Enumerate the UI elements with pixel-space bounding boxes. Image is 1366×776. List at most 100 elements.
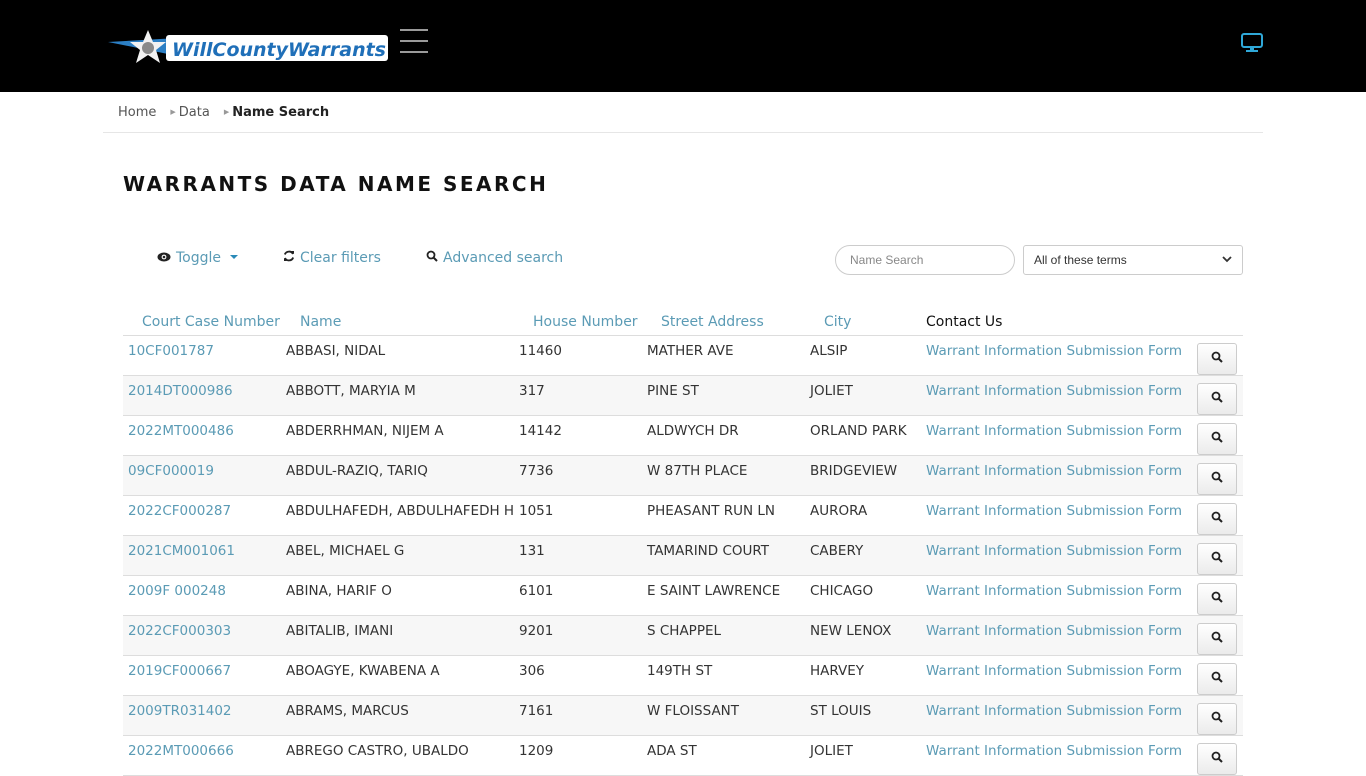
cell-actions <box>1197 735 1243 776</box>
column-header-contact-us: Contact Us <box>926 306 1197 336</box>
table-header-row: Court Case Number Name House Number Stre… <box>123 306 1243 336</box>
site-logo[interactable]: WillCountyWarrants <box>108 28 390 68</box>
cell-contact-link[interactable]: Warrant Information Submission Form <box>926 695 1197 736</box>
cell-city: HARVEY <box>810 655 926 696</box>
cell-contact-link[interactable]: Warrant Information Submission Form <box>926 415 1197 456</box>
warrant-submission-form-link[interactable]: Warrant Information Submission Form <box>926 543 1182 559</box>
view-details-button[interactable] <box>1197 502 1237 535</box>
cell-court-case-number[interactable]: 2009F 000248 <box>123 575 286 616</box>
cell-city: JOLIET <box>810 375 926 416</box>
cell-name: ABRAMS, MARCUS <box>286 695 519 736</box>
cell-court-case-number[interactable]: 2019CF000667 <box>123 655 286 696</box>
search-icon <box>1211 431 1223 447</box>
column-header-name[interactable]: Name <box>286 306 519 336</box>
cell-court-case-number[interactable]: 2014DT000986 <box>123 375 286 416</box>
court-case-link[interactable]: 2022CF000287 <box>128 503 231 519</box>
court-case-link[interactable]: 2022CF000303 <box>128 623 231 639</box>
warrant-submission-form-link[interactable]: Warrant Information Submission Form <box>926 503 1182 519</box>
cell-name: ABBOTT, MARYIA M <box>286 375 519 416</box>
advanced-search-button[interactable]: Advanced search <box>426 250 563 266</box>
view-details-button[interactable] <box>1197 462 1237 495</box>
cell-court-case-number[interactable]: 2022MT000486 <box>123 415 286 456</box>
cell-court-case-number[interactable]: 2022CF000287 <box>123 495 286 536</box>
court-case-link[interactable]: 2019CF000667 <box>128 663 231 679</box>
sort-court-case-number[interactable]: Court Case Number <box>142 314 280 330</box>
cell-contact-link[interactable]: Warrant Information Submission Form <box>926 655 1197 696</box>
column-header-house-number[interactable]: House Number <box>519 306 647 336</box>
warrant-submission-form-link[interactable]: Warrant Information Submission Form <box>926 703 1182 719</box>
sort-name[interactable]: Name <box>300 314 341 330</box>
warrant-submission-form-link[interactable]: Warrant Information Submission Form <box>926 463 1182 479</box>
column-header-street-address[interactable]: Street Address <box>647 306 810 336</box>
court-case-link[interactable]: 2009TR031402 <box>128 703 232 719</box>
warrant-submission-form-link[interactable]: Warrant Information Submission Form <box>926 383 1182 399</box>
column-header-court-case-number[interactable]: Court Case Number <box>123 306 286 336</box>
cell-contact-link[interactable]: Warrant Information Submission Form <box>926 335 1197 376</box>
cell-contact-link[interactable]: Warrant Information Submission Form <box>926 375 1197 416</box>
court-case-link[interactable]: 2021CM001061 <box>128 543 235 559</box>
view-details-button[interactable] <box>1197 382 1237 415</box>
match-terms-select[interactable]: All of these terms <box>1023 245 1243 275</box>
cell-house-number: 306 <box>519 655 647 696</box>
cell-city: CHICAGO <box>810 575 926 616</box>
cell-house-number: 9201 <box>519 615 647 656</box>
cell-contact-link[interactable]: Warrant Information Submission Form <box>926 455 1197 496</box>
sort-house-number[interactable]: House Number <box>533 314 638 330</box>
cell-contact-link[interactable]: Warrant Information Submission Form <box>926 535 1197 576</box>
view-details-button[interactable] <box>1197 422 1237 455</box>
court-case-link[interactable]: 2022MT000666 <box>128 743 234 759</box>
court-case-link[interactable]: 2014DT000986 <box>128 383 233 399</box>
toggle-columns-button[interactable]: Toggle <box>157 250 239 266</box>
warrant-submission-form-link[interactable]: Warrant Information Submission Form <box>926 743 1182 759</box>
breadcrumb-home[interactable]: Home <box>118 105 156 120</box>
cell-house-number: 1209 <box>519 735 647 776</box>
cell-court-case-number[interactable]: 2021CM001061 <box>123 535 286 576</box>
hamburger-bar <box>400 29 428 31</box>
cell-contact-link[interactable]: Warrant Information Submission Form <box>926 735 1197 776</box>
view-details-button[interactable] <box>1197 542 1237 575</box>
court-case-link[interactable]: 09CF000019 <box>128 463 214 479</box>
search-icon <box>1211 511 1223 527</box>
search-icon <box>1211 711 1223 727</box>
table-row: 2021CM001061 ABEL, MICHAEL G 131 TAMARIND C… <box>123 535 1243 576</box>
cell-city: BRIDGEVIEW <box>810 455 926 496</box>
warrant-submission-form-link[interactable]: Warrant Information Submission Form <box>926 423 1182 439</box>
cell-actions <box>1197 535 1243 576</box>
cell-court-case-number[interactable]: 2022CF000303 <box>123 615 286 656</box>
view-details-button[interactable] <box>1197 342 1237 375</box>
cell-contact-link[interactable]: Warrant Information Submission Form <box>926 575 1197 616</box>
name-search-input[interactable] <box>835 245 1015 275</box>
column-header-city[interactable]: City <box>810 306 926 336</box>
logo-text: WillCountyWarrants <box>172 39 386 61</box>
view-details-button[interactable] <box>1197 742 1237 775</box>
court-case-link[interactable]: 10CF001787 <box>128 343 214 359</box>
warrant-submission-form-link[interactable]: Warrant Information Submission Form <box>926 583 1182 599</box>
view-details-button[interactable] <box>1197 702 1237 735</box>
cell-court-case-number[interactable]: 2022MT000666 <box>123 735 286 776</box>
cell-actions <box>1197 335 1243 376</box>
court-case-link[interactable]: 2022MT000486 <box>128 423 234 439</box>
cell-house-number: 131 <box>519 535 647 576</box>
sort-city[interactable]: City <box>824 314 851 330</box>
cell-court-case-number[interactable]: 09CF000019 <box>123 455 286 496</box>
warrant-submission-form-link[interactable]: Warrant Information Submission Form <box>926 623 1182 639</box>
toggle-label: Toggle <box>176 250 222 266</box>
view-details-button[interactable] <box>1197 582 1237 615</box>
cell-court-case-number[interactable]: 2009TR031402 <box>123 695 286 736</box>
court-case-link[interactable]: 2009F 000248 <box>128 583 226 599</box>
view-details-button[interactable] <box>1197 662 1237 695</box>
table-row: 2009TR031402 ABRAMS, MARCUS 7161 W FLOISSAN… <box>123 695 1243 736</box>
warrant-submission-form-link[interactable]: Warrant Information Submission Form <box>926 663 1182 679</box>
cell-court-case-number[interactable]: 10CF001787 <box>123 335 286 376</box>
hamburger-menu-button[interactable] <box>400 29 428 53</box>
view-details-button[interactable] <box>1197 622 1237 655</box>
monitor-icon[interactable] <box>1240 32 1264 54</box>
clear-filters-button[interactable]: Clear filters <box>283 250 381 266</box>
breadcrumb-data[interactable]: Data <box>179 105 210 120</box>
sort-street-address[interactable]: Street Address <box>661 314 764 330</box>
refresh-icon <box>283 250 295 266</box>
table-row: 10CF001787 ABBASI, NIDAL 11460 MATHER AVE AL… <box>123 335 1243 376</box>
cell-contact-link[interactable]: Warrant Information Submission Form <box>926 615 1197 656</box>
warrant-submission-form-link[interactable]: Warrant Information Submission Form <box>926 343 1182 359</box>
cell-contact-link[interactable]: Warrant Information Submission Form <box>926 495 1197 536</box>
